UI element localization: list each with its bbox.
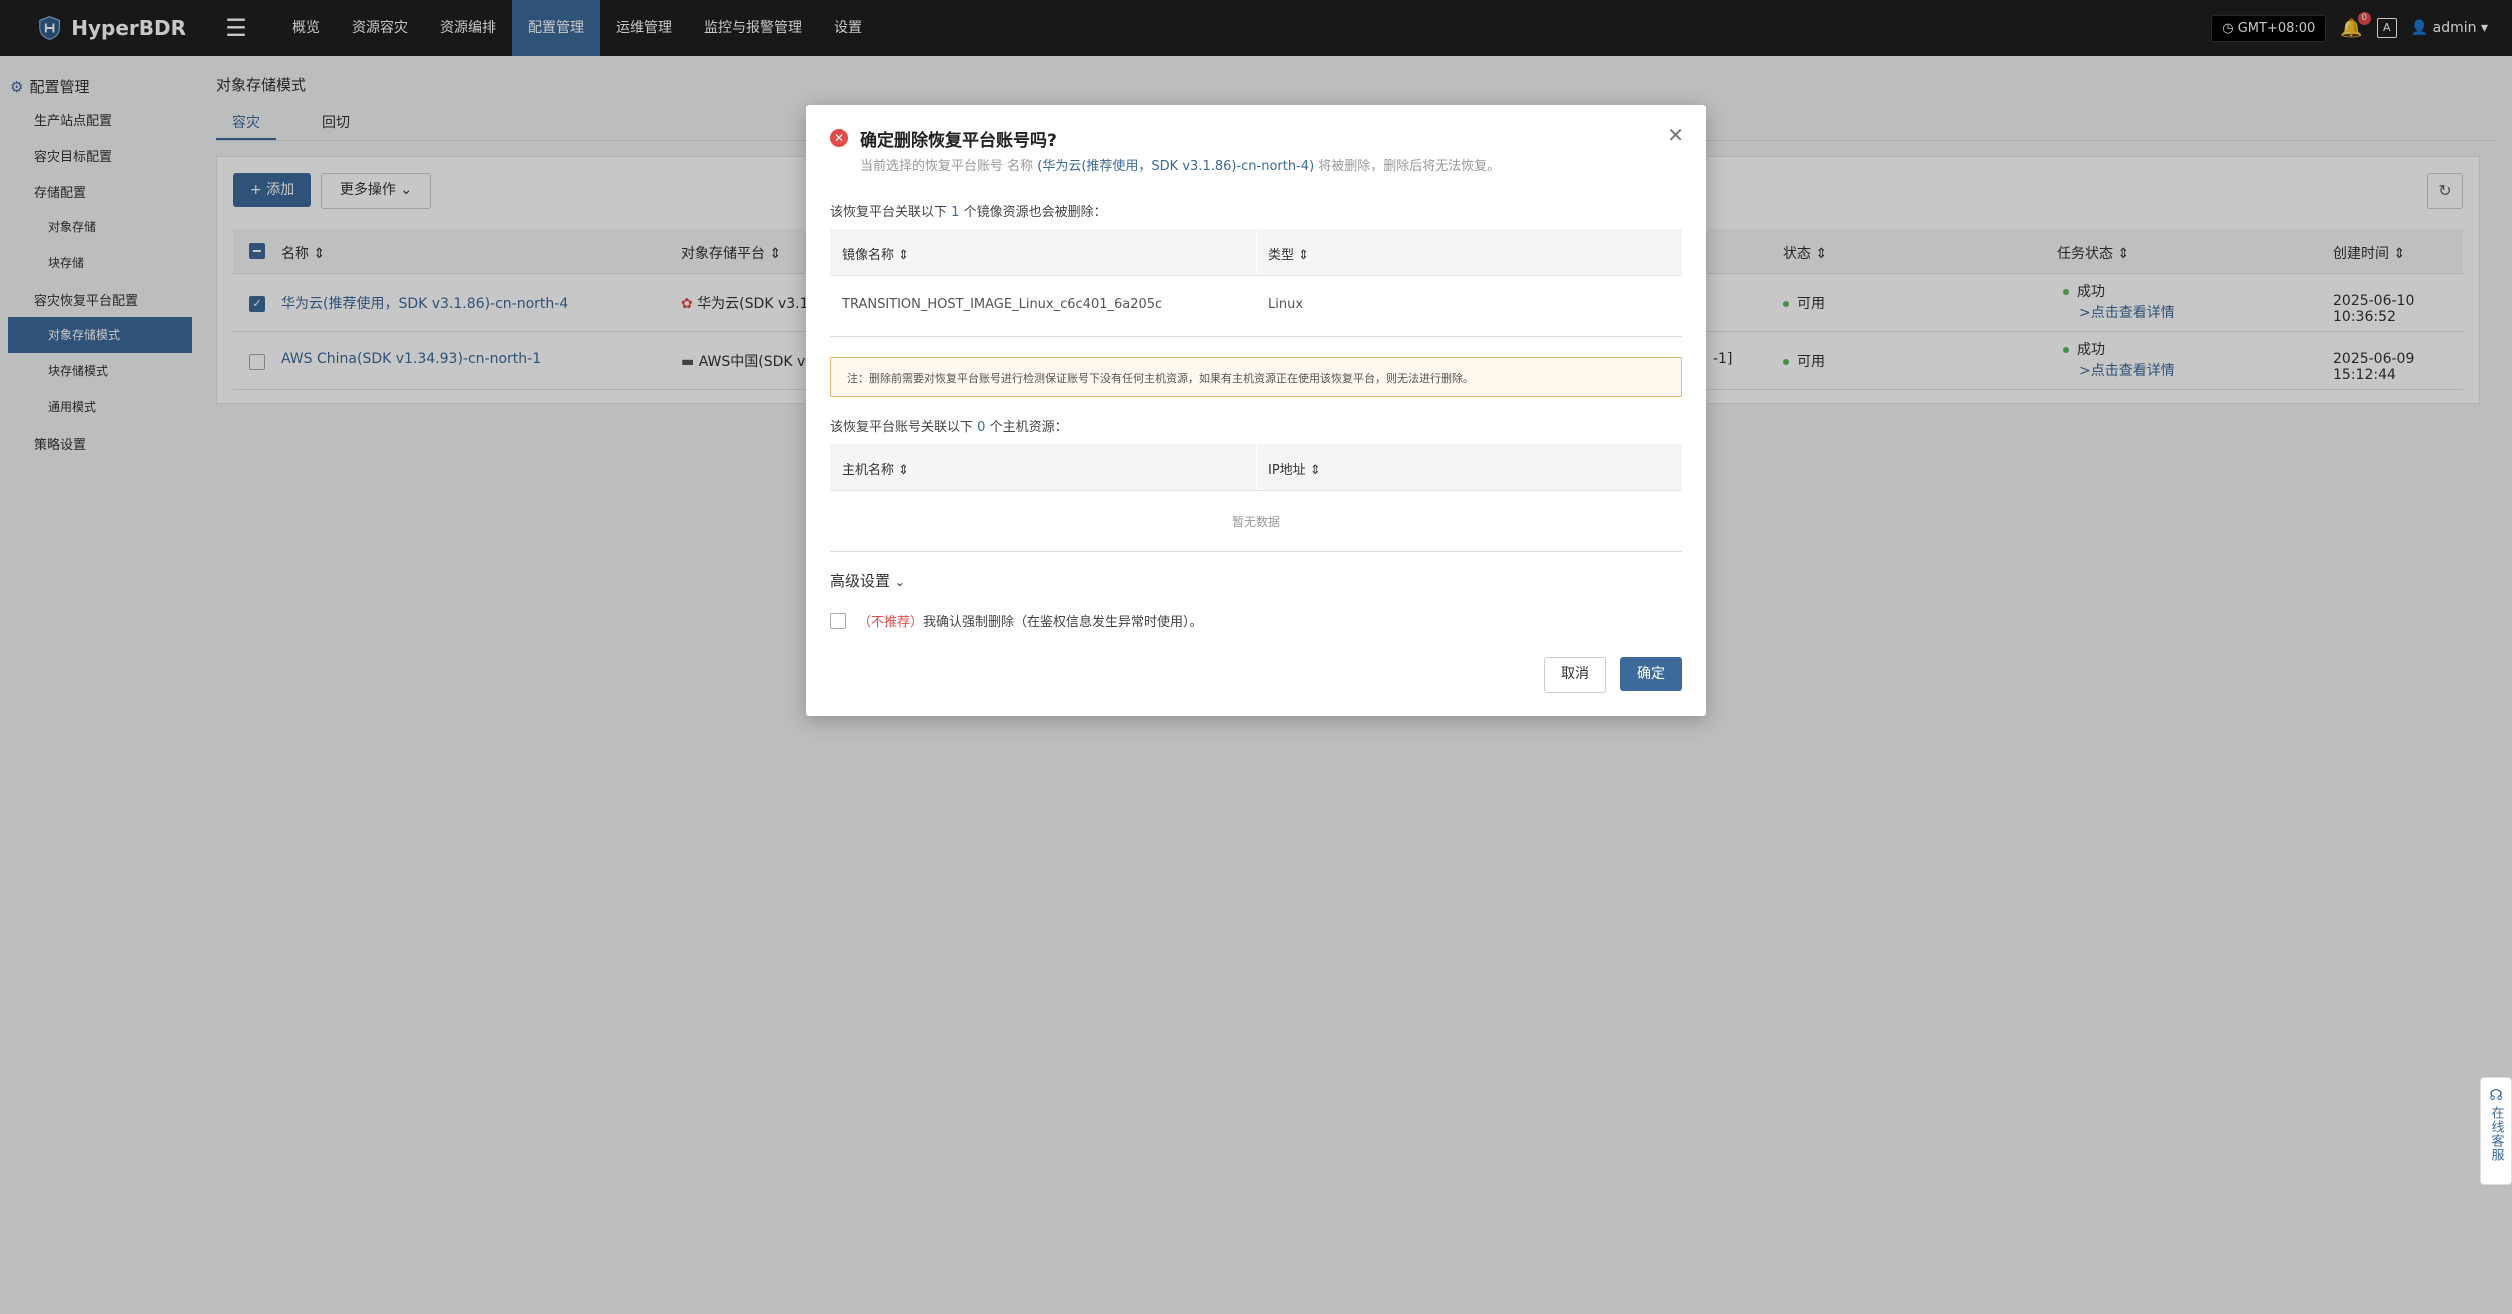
table-row: TRANSITION_HOST_IMAGE_Linux_c6c401_6a205… [830,276,1682,337]
delete-confirm-dialog: ✕ 确定删除恢复平台账号吗? ✕ 当前选择的恢复平台账号 名称 (华为云(推荐使… [806,105,1706,716]
column-host-name[interactable]: 主机名称 ⇕ [842,459,909,478]
image-table-header: 镜像名称 ⇕ 类型 ⇕ [830,229,1682,276]
column-image-type[interactable]: 类型 ⇕ [1268,244,1309,263]
confirm-button[interactable]: 确定 [1620,657,1682,691]
online-support-label: 在线客服 [2488,1106,2504,1162]
warning-note-text: 注：删除前需要对恢复平台账号进行检测保证账号下没有任何主机资源，如果有主机资源正… [847,372,1474,385]
force-delete-checkbox[interactable] [830,612,846,629]
column-image-name[interactable]: 镜像名称 ⇕ [842,244,909,263]
empty-state: 暂无数据 [830,491,1682,552]
dialog-title: 确定删除恢复平台账号吗? [860,131,1057,151]
dialog-description: 当前选择的恢复平台账号 名称 (华为云(推荐使用，SDK v3.1.86)-cn… [860,159,1501,174]
column-ip-address[interactable]: IP地址 ⇕ [1268,459,1321,478]
online-support-widget[interactable]: ☊ 在线客服 [2480,1077,2512,1185]
close-icon[interactable]: ✕ [1667,123,1684,147]
image-table: 镜像名称 ⇕ 类型 ⇕ TRANSITION_HOST_IMAGE_Linux_… [830,229,1682,337]
warning-note: 注：删除前需要对恢复平台账号进行检测保证账号下没有任何主机资源，如果有主机资源正… [830,357,1682,397]
image-type: Linux [1268,297,1304,312]
error-icon: ✕ [830,129,848,147]
not-recommended-label: （不推荐） [858,615,924,630]
advanced-settings-toggle[interactable]: 高级设置 ⌄ [830,570,905,591]
empty-state-text: 暂无数据 [1231,515,1280,529]
image-name: TRANSITION_HOST_IMAGE_Linux_c6c401_6a205… [842,297,1163,312]
headset-icon: ☊ [2489,1086,2503,1104]
force-delete-option: （不推荐） 我确认强制删除（在鉴权信息发生异常时使用）。 [830,611,1203,630]
force-delete-label: 我确认强制删除（在鉴权信息发生异常时使用）。 [923,615,1203,630]
host-table: 主机名称 ⇕ IP地址 ⇕ 暂无数据 [830,444,1682,552]
cancel-button[interactable]: 取消 [1544,657,1606,693]
host-section-label: 该恢复平台账号关联以下 0 个主机资源： [830,420,1068,435]
chevron-down-icon: ⌄ [894,575,905,589]
host-table-header: 主机名称 ⇕ IP地址 ⇕ [830,444,1682,491]
image-section-label: 该恢复平台关联以下 1 个镜像资源也会被删除： [830,205,1107,220]
